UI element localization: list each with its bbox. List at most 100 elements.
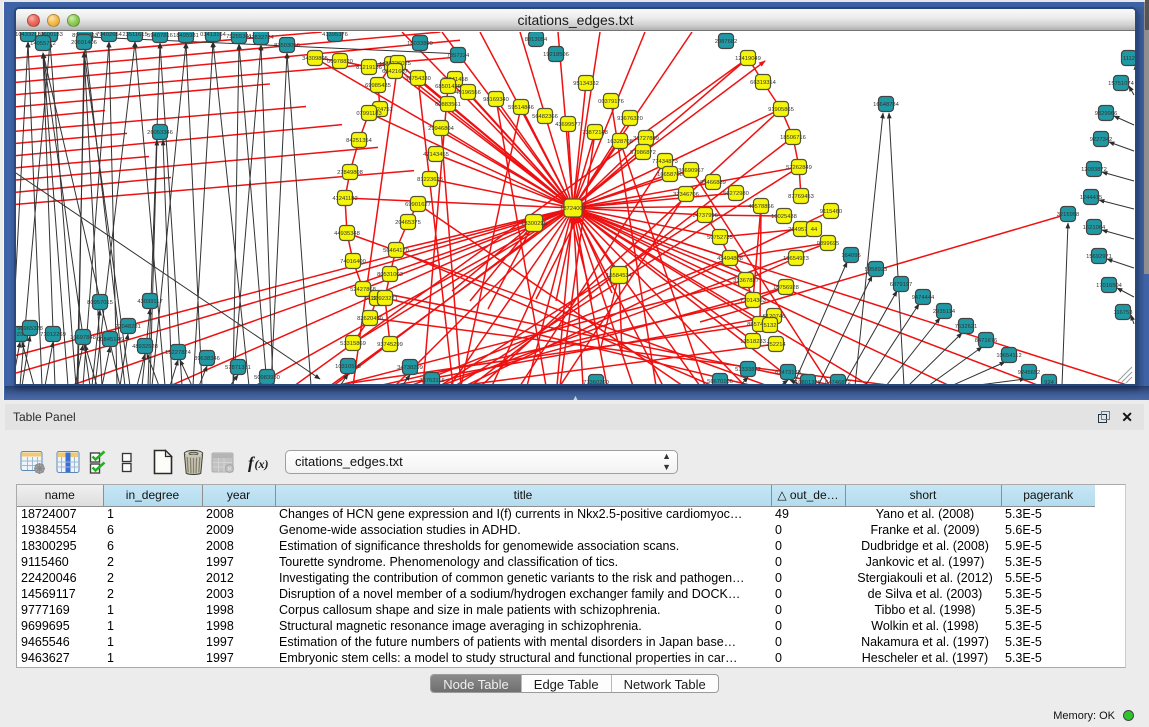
svg-text:18724007: 18724007 — [560, 206, 586, 212]
svg-text:1112: 1112 — [1123, 56, 1135, 62]
svg-text:71012269: 71012269 — [40, 332, 66, 338]
svg-text:64746872: 64746872 — [825, 380, 851, 384]
svg-text:43699577: 43699577 — [555, 122, 581, 128]
svg-text:924: 924 — [1044, 380, 1054, 384]
svg-text:36690967: 36690967 — [678, 168, 704, 174]
svg-text:95134332: 95134332 — [573, 81, 599, 87]
svg-text:37346706: 37346706 — [673, 192, 699, 198]
svg-text:17016504: 17016504 — [1096, 283, 1123, 289]
svg-text:57262849: 57262849 — [786, 165, 812, 171]
svg-text:20691406: 20691406 — [71, 40, 97, 46]
svg-text:34309805: 34309805 — [302, 56, 328, 62]
svg-text:1621064: 1621064 — [1083, 225, 1106, 231]
svg-text:00978820: 00978820 — [327, 59, 353, 65]
svg-text:50752735: 50752735 — [707, 235, 733, 241]
svg-text:23511615: 23511615 — [122, 32, 147, 38]
svg-text:3215958: 3215958 — [1057, 212, 1080, 218]
svg-text:93676320: 93676320 — [617, 116, 643, 122]
svg-text:9245652: 9245652 — [1018, 370, 1041, 376]
svg-text:96965328: 96965328 — [17, 326, 43, 332]
svg-text:84251354: 84251354 — [346, 138, 373, 144]
svg-text:33754330: 33754330 — [405, 76, 431, 82]
svg-text:57871331: 57871331 — [225, 365, 251, 371]
svg-text:9474444: 9474444 — [912, 295, 935, 301]
svg-text:16033809: 16033809 — [407, 41, 433, 47]
svg-text:05466889: 05466889 — [700, 180, 726, 186]
svg-text:15584534: 15584534 — [606, 273, 633, 279]
svg-text:9329966: 9329966 — [1095, 111, 1118, 117]
svg-text:7632621: 7632621 — [955, 324, 978, 330]
svg-text:15751074: 15751074 — [1108, 81, 1135, 87]
svg-text:5958923: 5958923 — [865, 267, 888, 273]
svg-text:30923271: 30923271 — [372, 296, 398, 302]
svg-text:59407816: 59407816 — [147, 33, 173, 39]
svg-text:80957015: 80957015 — [87, 300, 113, 306]
svg-text:74016400: 74016400 — [340, 259, 366, 265]
svg-text:56670106: 56670106 — [707, 379, 733, 384]
svg-text:44935348: 44935348 — [334, 231, 360, 237]
svg-text:93745299: 93745299 — [377, 342, 403, 348]
svg-text:57986872: 57986872 — [630, 150, 656, 156]
svg-text:40196556: 40196556 — [455, 90, 481, 96]
svg-text:6879197: 6879197 — [890, 282, 913, 288]
svg-text:59514846: 59514846 — [508, 105, 534, 111]
svg-text:81219136: 81219136 — [356, 65, 382, 71]
svg-text:60883561: 60883561 — [435, 102, 461, 108]
svg-text:9115460: 9115460 — [820, 209, 842, 215]
svg-text:69985435: 69985435 — [365, 83, 391, 89]
svg-text:43039117: 43039117 — [137, 299, 162, 305]
svg-text:7357224: 7357224 — [447, 53, 470, 59]
svg-text:66319314: 66319314 — [750, 80, 777, 86]
svg-text:82620450: 82620450 — [357, 316, 383, 322]
svg-text:16328708: 16328708 — [607, 139, 633, 145]
svg-text:79402654: 79402654 — [96, 32, 123, 38]
svg-text:18495931: 18495931 — [173, 33, 199, 39]
svg-text:63421607: 63421607 — [382, 69, 408, 75]
svg-text:98169340: 98169340 — [483, 97, 509, 103]
svg-text:53315869: 53315869 — [340, 341, 366, 347]
svg-text:18300295: 18300295 — [521, 221, 547, 227]
svg-text:49578856: 49578856 — [748, 204, 774, 210]
svg-text:1244415: 1244415 — [1080, 195, 1103, 201]
svg-text:73763116: 73763116 — [419, 378, 444, 384]
svg-text:77360260: 77360260 — [583, 380, 609, 384]
svg-text:2087682: 2087682 — [715, 39, 738, 45]
svg-text:81223623: 81223623 — [417, 177, 443, 183]
svg-text:07991183: 07991183 — [356, 111, 381, 117]
svg-text:29946804: 29946804 — [428, 126, 455, 132]
svg-text:91905865: 91905865 — [768, 107, 794, 113]
svg-text:62473178: 62473178 — [775, 370, 801, 376]
svg-text:14737996: 14737996 — [692, 213, 718, 219]
svg-text:8813054: 8813054 — [525, 37, 548, 43]
svg-text:16697848: 16697848 — [70, 335, 96, 341]
svg-text:116753: 116753 — [1114, 310, 1133, 316]
svg-text:87769453: 87769453 — [788, 194, 814, 200]
svg-text:10654112: 10654112 — [996, 353, 1021, 359]
svg-text:41395376: 41395376 — [322, 32, 348, 38]
svg-text:27048281: 27048281 — [115, 324, 141, 330]
svg-text:10025438: 10025438 — [771, 214, 797, 220]
svg-text:34738299: 34738299 — [397, 365, 423, 371]
svg-text:31367837: 31367837 — [733, 278, 759, 284]
svg-text:2935114: 2935114 — [933, 309, 956, 315]
svg-text:26053346: 26053346 — [147, 130, 173, 136]
svg-text:14055712: 14055712 — [30, 41, 56, 47]
svg-text:47143455: 47143455 — [423, 152, 449, 158]
svg-text:(x): (x) — [255, 457, 269, 471]
svg-text:12093872: 12093872 — [1081, 167, 1107, 173]
svg-text:83503056: 83503056 — [274, 43, 300, 49]
svg-text:51333872: 51333872 — [735, 367, 761, 373]
svg-text:18227824: 18227824 — [165, 350, 192, 356]
svg-text:31727889: 31727889 — [633, 136, 659, 142]
svg-text:16648784: 16648784 — [873, 102, 900, 108]
svg-text:9227342: 9227342 — [1090, 137, 1113, 143]
svg-text:03413164: 03413164 — [200, 32, 227, 38]
svg-text:13518233: 13518233 — [740, 339, 766, 345]
svg-text:73872148: 73872148 — [582, 130, 608, 136]
svg-text:56482366: 56482366 — [532, 114, 558, 120]
svg-text:12419049: 12419049 — [735, 56, 761, 62]
svg-text:01845146: 01845146 — [97, 337, 123, 343]
svg-text:18506716: 18506716 — [780, 135, 806, 141]
svg-text:41241182: 41241182 — [332, 196, 357, 202]
svg-text:10310518: 10310518 — [335, 364, 361, 370]
